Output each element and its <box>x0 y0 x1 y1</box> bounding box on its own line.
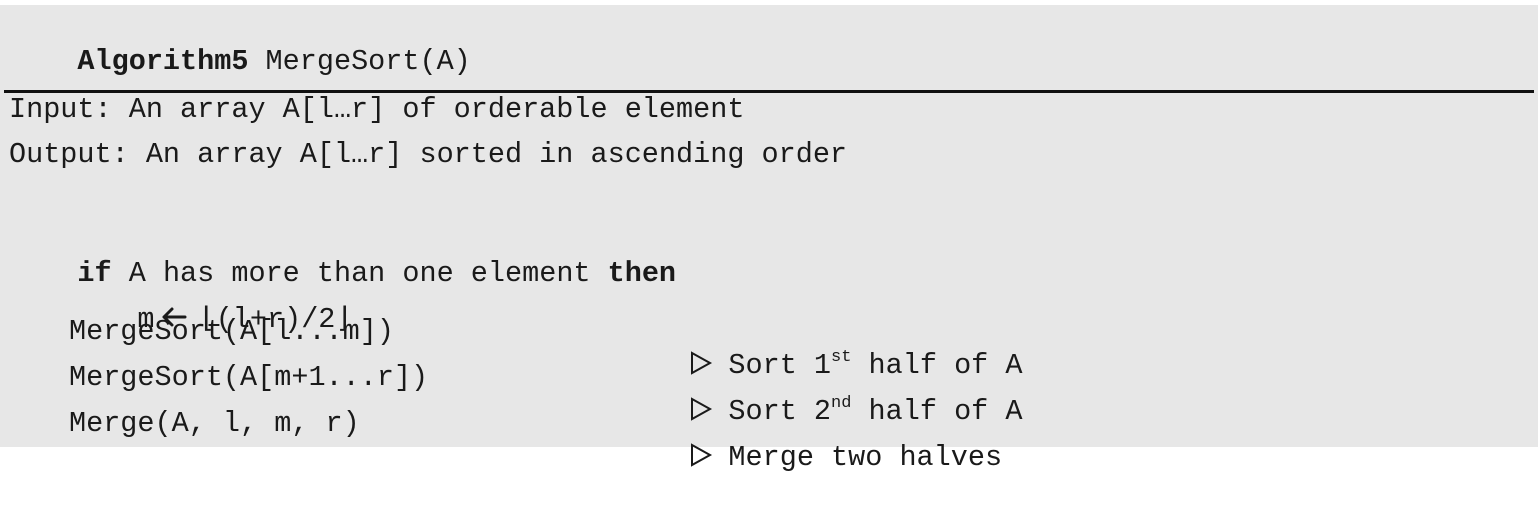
algorithm-name: MergeSort(A) <box>248 45 471 78</box>
algorithm-box: Algorithm5 MergeSort(A) Input: An array … <box>0 5 1538 474</box>
triangle-right-outline-icon <box>691 443 713 467</box>
call-mergesort-first: MergeSort(A[l...m]) <box>69 315 394 348</box>
then-keyword: then <box>607 257 677 290</box>
comment-merge: Merge two halves <box>620 407 1002 509</box>
output-line: Output: An array A[l…r] sorted in ascend… <box>9 138 848 171</box>
call-merge: Merge(A, l, m, r) <box>69 407 360 440</box>
input-line: Input: An array A[l…r] of orderable elem… <box>9 93 745 126</box>
comment-merge-text: Merge two halves <box>728 441 1003 474</box>
call-mergesort-second: MergeSort(A[m+1...r]) <box>69 361 429 394</box>
algorithm-keyword: Algorithm5 <box>77 45 249 78</box>
